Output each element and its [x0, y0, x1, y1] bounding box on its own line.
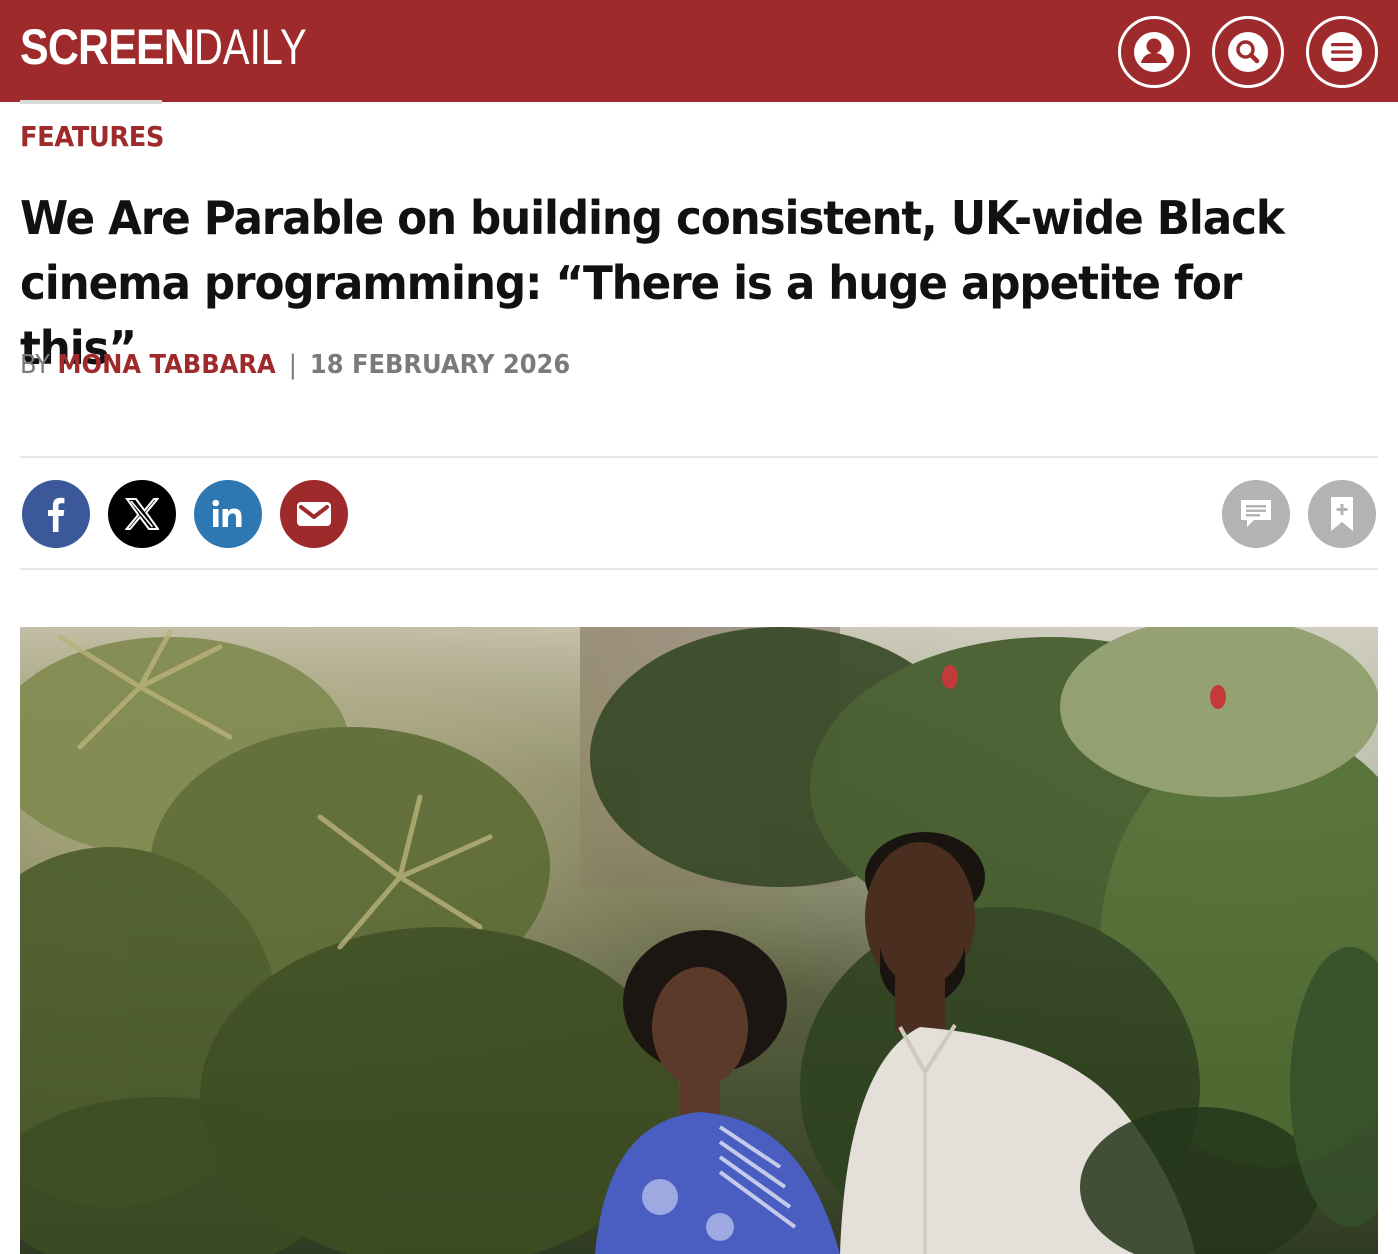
linkedin-icon	[212, 499, 242, 527]
email-icon	[297, 502, 331, 526]
divider-top	[20, 456, 1378, 458]
search-button[interactable]	[1212, 16, 1284, 88]
headline-line-1: We Are Parable on building consistent, U…	[20, 191, 1285, 245]
x-icon	[125, 498, 159, 530]
comments-button[interactable]	[1222, 480, 1290, 548]
site-header: SCREEN DAILY	[0, 0, 1398, 102]
comment-icon	[1241, 500, 1271, 527]
account-icon	[1134, 32, 1174, 72]
menu-button[interactable]	[1306, 16, 1378, 88]
account-button[interactable]	[1118, 16, 1190, 88]
hero-photo-illustration	[20, 627, 1378, 1254]
section-tab-indicator	[20, 100, 162, 104]
author-link[interactable]: MONA TABBARA	[57, 350, 275, 380]
bookmark-button[interactable]	[1308, 480, 1376, 548]
byline-separator: |	[288, 350, 297, 380]
publish-date: 18 FEBRUARY 2026	[309, 350, 571, 380]
logo-daily-text: DAILY	[194, 19, 308, 75]
divider-bottom	[20, 568, 1378, 570]
share-email-button[interactable]	[280, 480, 348, 548]
hero-image	[20, 627, 1378, 1254]
byline: BY MONA TABBARA | 18 FEBRUARY 2026	[20, 350, 570, 380]
menu-icon	[1322, 32, 1362, 72]
share-x-button[interactable]	[108, 480, 176, 548]
search-icon	[1228, 32, 1268, 72]
section-label[interactable]: FEATURES	[20, 120, 164, 153]
facebook-icon	[48, 497, 65, 532]
byline-prefix: BY	[20, 350, 51, 380]
logo-screen-text: SCREEN	[20, 19, 195, 75]
share-facebook-button[interactable]	[22, 480, 90, 548]
site-logo[interactable]: SCREEN DAILY	[20, 18, 335, 75]
share-linkedin-button[interactable]	[194, 480, 262, 548]
bookmark-add-icon	[1331, 497, 1353, 531]
